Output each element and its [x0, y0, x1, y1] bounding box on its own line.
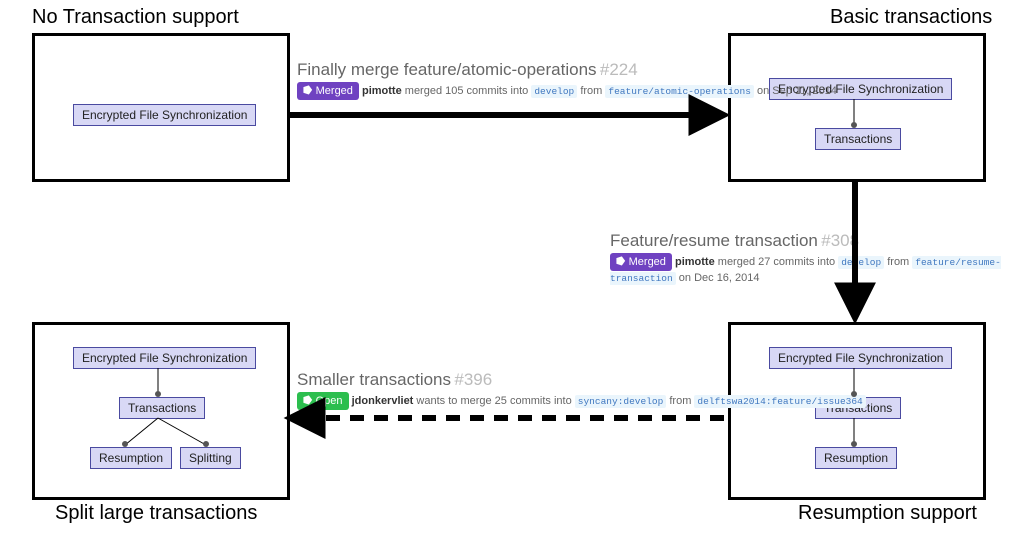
pr-396-user: jdonkervliet: [352, 395, 414, 407]
stage-c-title: Resumption support: [798, 502, 977, 525]
node-efs-c: Encrypted File Synchronization: [769, 347, 952, 369]
pr-308-date: on Dec 16, 2014: [679, 272, 760, 284]
stage-a-title: No Transaction support: [32, 6, 239, 29]
node-split-d: Splitting: [180, 447, 241, 469]
pr-224-title: Finally merge feature/atomic-operations: [297, 60, 597, 79]
pr-224: Finally merge feature/atomic-operations …: [297, 58, 837, 100]
pr-308-action: merged 27 commits into: [718, 256, 835, 268]
pr-224-base-branch: develop: [531, 85, 577, 98]
pr-396-base-branch: syncany:develop: [575, 395, 667, 408]
pr-396-from: from: [669, 395, 691, 407]
stage-d-title: Split large transactions: [55, 502, 257, 525]
pr-396: Smaller transactions #396 ⭓ Open jdonker…: [297, 368, 866, 410]
stage-a-box: Encrypted File Synchronization: [32, 33, 290, 182]
pr-396-number: #396: [454, 370, 492, 389]
pr-224-action: merged 105 commits into: [405, 85, 529, 97]
pr-308-status-badge: ⭓ Merged: [610, 253, 672, 271]
pr-396-status-badge: ⭓ Open: [297, 392, 349, 410]
git-pr-icon: ⭓: [303, 394, 313, 407]
pr-224-status-badge: ⭓ Merged: [297, 82, 359, 100]
node-trans-d: Transactions: [119, 397, 205, 419]
pr-396-title: Smaller transactions: [297, 370, 451, 389]
pr-396-action: wants to merge 25 commits into: [416, 395, 571, 407]
pr-224-status-text: Merged: [316, 85, 353, 97]
pr-224-number: #224: [600, 60, 638, 79]
stage-b-title: Basic transactions: [830, 6, 992, 29]
pr-224-from: from: [580, 85, 602, 97]
pr-308-from: from: [887, 256, 909, 268]
stage-c-box: Encrypted File Synchronization Transacti…: [728, 322, 986, 500]
pr-308-base-branch: develop: [838, 256, 884, 269]
pr-396-status-text: Open: [316, 395, 343, 407]
pr-308-status-text: Merged: [629, 256, 666, 268]
git-pr-icon: ⭓: [303, 84, 313, 97]
pr-224-date: on Sep 11, 2014: [757, 85, 837, 97]
pr-308-number: #308: [821, 231, 859, 250]
pr-396-head-branch: delftswa2014:feature/issue364: [694, 395, 865, 408]
git-pr-icon: ⭓: [616, 255, 626, 268]
node-resume-c: Resumption: [815, 447, 897, 469]
node-trans-b: Transactions: [815, 128, 901, 150]
stage-d-box: Encrypted File Synchronization Transacti…: [32, 322, 290, 500]
pr-224-user: pimotte: [362, 85, 402, 97]
node-efs-a: Encrypted File Synchronization: [73, 104, 256, 126]
stage-b-box: Encrypted File Synchronization Transacti…: [728, 33, 986, 182]
pr-308-title: Feature/resume transaction: [610, 231, 818, 250]
pr-308-user: pimotte: [675, 256, 715, 268]
node-efs-d: Encrypted File Synchronization: [73, 347, 256, 369]
pr-308: Feature/resume transaction #308 ⭓ Merged…: [610, 229, 1022, 287]
pr-224-head-branch: feature/atomic-operations: [605, 85, 754, 98]
node-resume-d: Resumption: [90, 447, 172, 469]
